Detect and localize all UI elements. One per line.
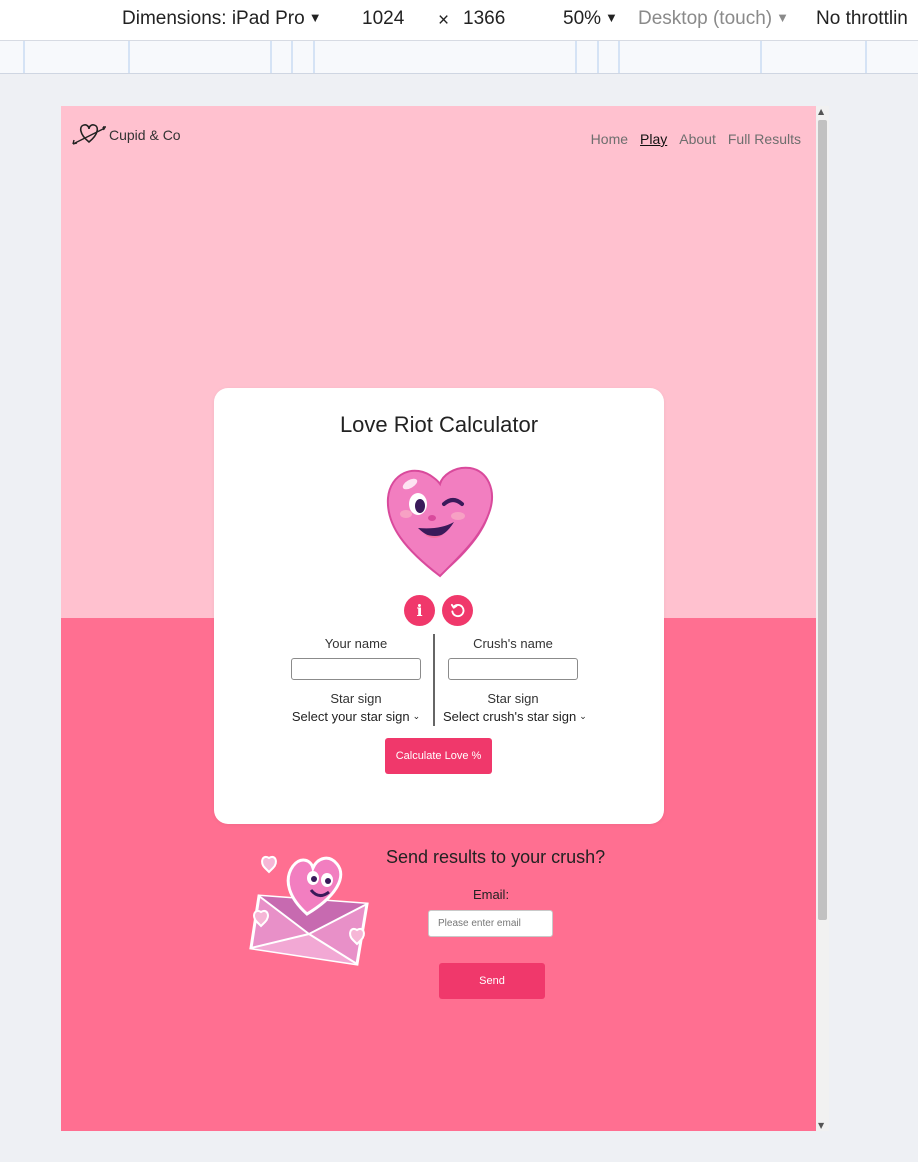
scroll-up-icon[interactable]: ▲ <box>818 107 824 116</box>
calculator-card: Love Riot Calculator i Your name Star si… <box>214 388 664 824</box>
main-nav: Home Play About Full Results <box>591 131 801 147</box>
zoom-select[interactable]: 50% ▼ <box>563 8 618 30</box>
your-star-select-value: Select your star sign <box>291 709 410 724</box>
card-title: Love Riot Calculator <box>339 412 539 437</box>
nav-link-play[interactable]: Play <box>640 131 667 147</box>
device-select[interactable]: Dimensions: iPad Pro ▼ <box>122 8 322 30</box>
scrollbar-thumb[interactable] <box>818 120 827 920</box>
crush-star-sign-select[interactable]: Select crush's star sign ⌄ <box>443 709 587 724</box>
zoom-label: 50% <box>563 8 602 29</box>
nav-link-full-results[interactable]: Full Results <box>728 131 801 147</box>
caret-down-icon: ▼ <box>605 10 618 25</box>
media-query-ruler[interactable] <box>0 40 918 74</box>
devtools-toolbar: Dimensions: iPad Pro ▼ 1024 × 1366 50% ▼ D… <box>0 0 918 40</box>
column-divider <box>433 634 435 726</box>
your-name-input[interactable] <box>291 658 421 680</box>
chevron-down-icon: ⌄ <box>579 711 587 721</box>
calculate-love-button[interactable]: Calculate Love % <box>385 738 492 774</box>
reset-icon <box>450 603 465 618</box>
throttling-select[interactable]: No throttlin <box>816 8 908 30</box>
width-field[interactable]: 1024 <box>362 8 404 30</box>
device-label: Dimensions: iPad Pro <box>122 8 305 29</box>
scroll-down-icon[interactable]: ▼ <box>818 1121 824 1130</box>
email-label: Email: <box>472 887 510 902</box>
caret-down-icon: ▼ <box>308 10 322 25</box>
crush-star-select-value: Select crush's star sign <box>443 709 577 724</box>
times-glyph: × <box>438 10 450 31</box>
emulated-viewport: Cupid & Co Home Play About Full Results … <box>61 106 816 1131</box>
nav-link-home[interactable]: Home <box>591 131 628 147</box>
email-input[interactable]: Please enter email <box>428 910 553 937</box>
crush-name-label: Crush's name <box>473 636 553 651</box>
crush-column: Crush's name Star sign Select crush's st… <box>443 636 587 724</box>
crush-name-input[interactable] <box>448 658 578 680</box>
info-icon: i <box>416 601 423 620</box>
send-results-title: Send results to your crush? <box>386 847 606 867</box>
send-button[interactable]: Send <box>439 963 545 999</box>
nav-link-about[interactable]: About <box>679 131 716 147</box>
your-star-sign-label: Star sign <box>330 691 382 706</box>
brand-name: Cupid & Co <box>109 127 181 143</box>
winking-heart-mascot <box>386 466 493 578</box>
viewport-scrollbar[interactable]: ▲ ▼ <box>816 106 829 1131</box>
your-star-sign-select[interactable]: Select your star sign ⌄ <box>286 709 426 724</box>
height-field[interactable]: 1366 <box>463 8 505 30</box>
info-button[interactable]: i <box>404 595 435 626</box>
chevron-down-icon: ⌄ <box>412 711 421 721</box>
caret-down-icon: ▼ <box>776 10 789 25</box>
reset-button[interactable] <box>442 595 473 626</box>
device-mode-select[interactable]: Desktop (touch) ▼ <box>638 8 789 30</box>
crush-star-sign-label: Star sign <box>487 691 539 706</box>
your-column: Your name Star sign Select your star sig… <box>286 636 426 724</box>
your-name-label: Your name <box>324 636 388 651</box>
heart-arrow-icon <box>72 124 106 145</box>
love-letter-illustration <box>249 856 369 966</box>
device-mode-label: Desktop (touch) <box>638 8 773 29</box>
brand-logo[interactable]: Cupid & Co <box>71 122 181 148</box>
